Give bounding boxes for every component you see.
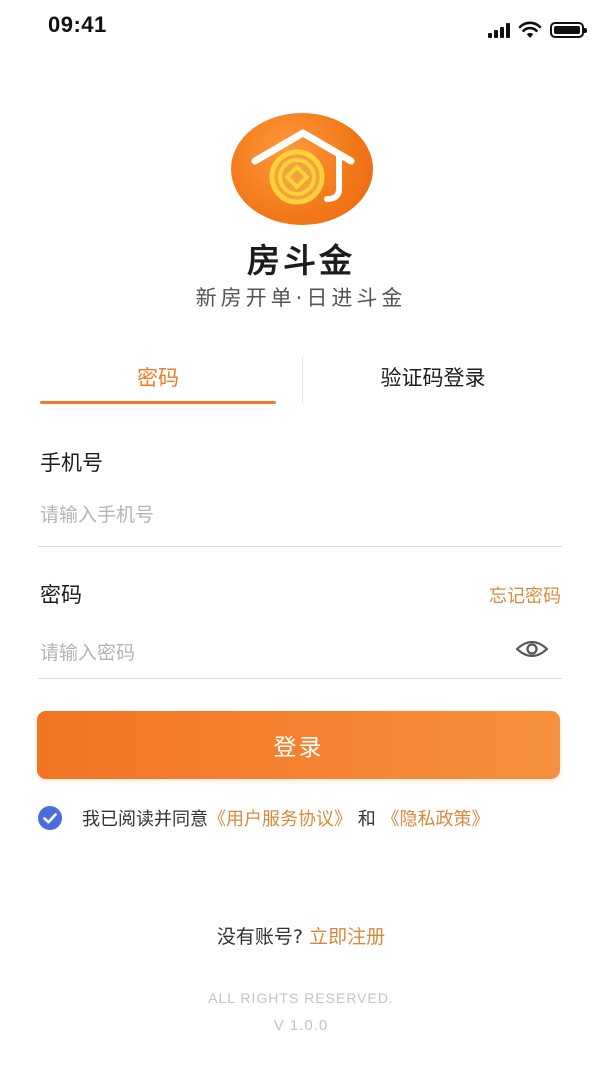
tab-divider [302,357,303,403]
active-tab-indicator [40,401,276,404]
status-bar: 09:41 [0,0,602,56]
tab-code-login[interactable]: 验证码登录 [304,360,562,396]
password-label: 密码 [40,583,82,607]
app-slogan: 新房开单·日进斗金 [195,286,407,310]
agreement-and: 和 [357,809,376,830]
register-row: 没有账号? 立即注册 [0,922,602,949]
phone-label: 手机号 [40,451,103,475]
status-icons [488,20,587,40]
check-icon [43,813,57,824]
version-text: V 1.0.0 [273,1017,329,1034]
privacy-policy-link[interactable]: 《隐私政策》 [381,809,489,830]
status-time: 09:41 [48,12,107,37]
register-link[interactable]: 立即注册 [309,926,385,948]
register-prompt: 没有账号? [216,926,304,948]
phone-input[interactable] [40,500,560,530]
wifi-icon [518,21,542,38]
tab-password-login[interactable]: 密码 [40,360,276,396]
signal-icon [488,22,510,38]
app-logo [231,113,373,225]
battery-icon [550,22,587,38]
house-coin-icon [251,129,355,205]
service-agreement-link[interactable]: 《用户服务协议》 [208,809,352,830]
copyright-text: ALL RIGHTS RESERVED. [208,990,394,1006]
phone-divider [38,546,562,547]
eye-icon[interactable] [515,638,549,660]
app-name: 房斗金 [247,241,355,280]
agreement-prefix: 我已阅读并同意 [82,809,208,830]
password-input[interactable] [40,638,500,668]
agreement-checkbox[interactable] [38,806,62,830]
login-screen: 09:41 房斗金 新房开单·日进斗金 密码 验证码登录 手机号 密码 忘记 [0,0,602,1072]
login-button[interactable]: 登录 [37,711,560,779]
password-divider [38,678,562,679]
forgot-password-link[interactable]: 忘记密码 [489,582,561,608]
agreement-text: 我已阅读并同意《用户服务协议》 和 《隐私政策》 [82,805,522,834]
